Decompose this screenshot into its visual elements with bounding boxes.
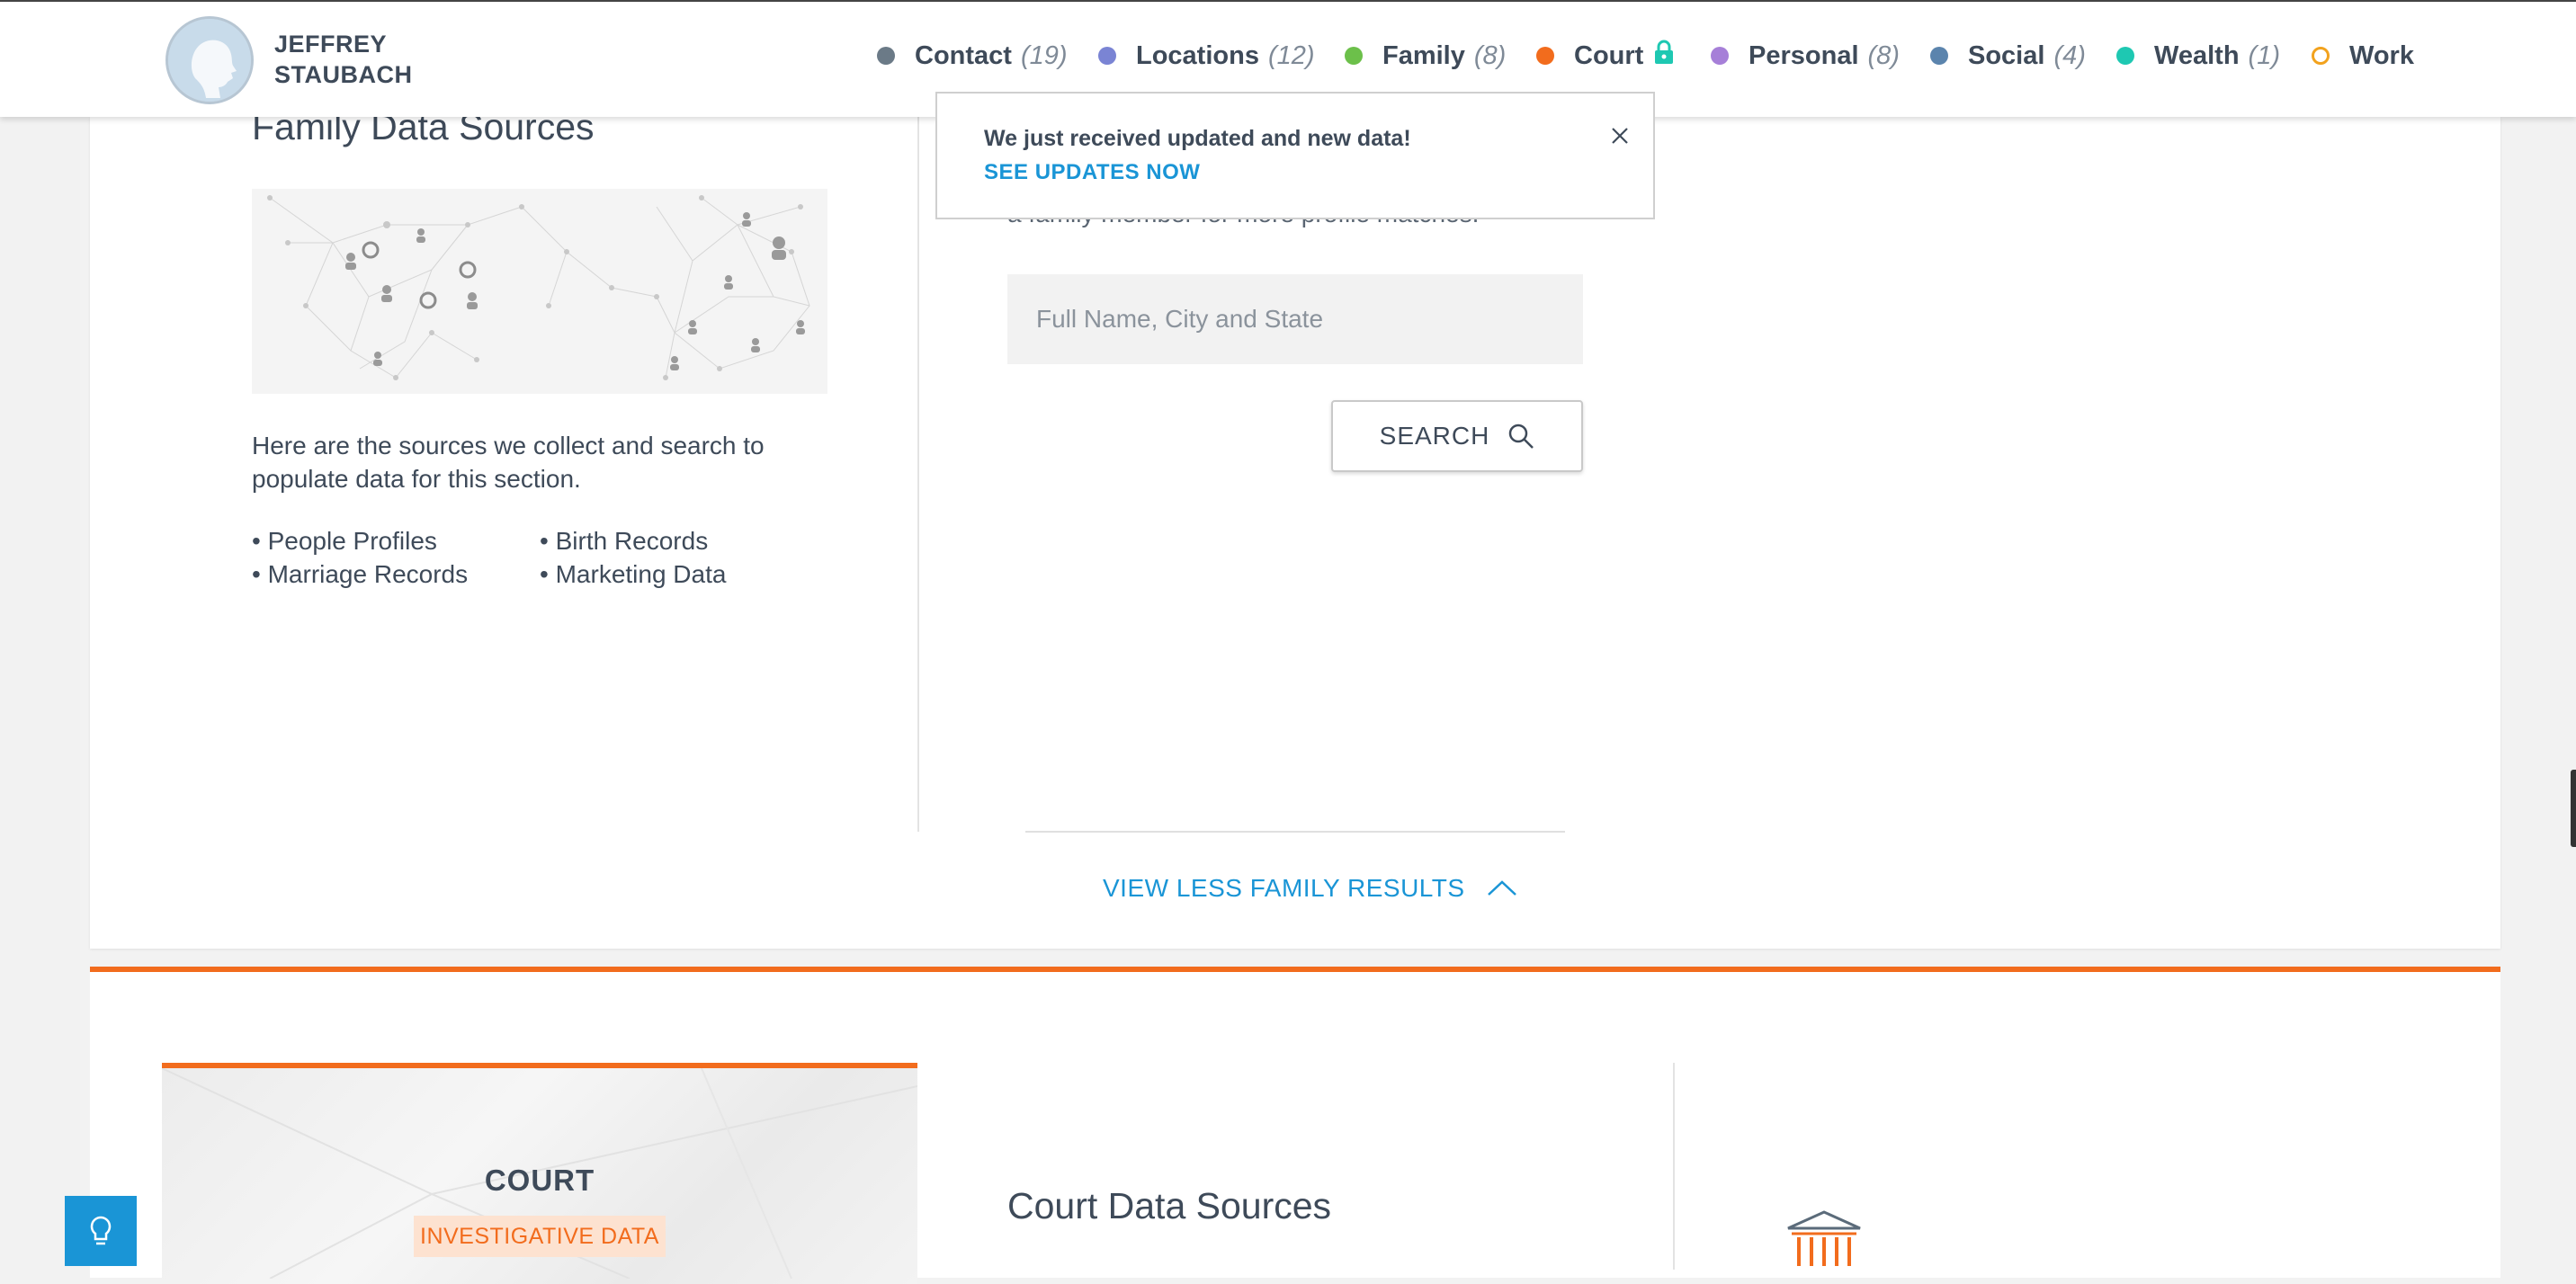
- see-updates-link[interactable]: SEE UPDATES NOW: [984, 160, 1200, 185]
- family-search-input[interactable]: [1007, 274, 1583, 364]
- tips-button[interactable]: [65, 1196, 137, 1266]
- nav-label: Locations: [1136, 40, 1259, 70]
- network-graphic: [252, 189, 827, 394]
- source-item: • People Profiles: [252, 527, 437, 555]
- results-divider: [1025, 831, 1565, 833]
- ring-dot-icon: [2312, 47, 2330, 65]
- court-card-title: COURT: [484, 1164, 595, 1197]
- source-item: • Marketing Data: [540, 560, 727, 588]
- search-icon: [1509, 424, 1534, 449]
- family-panel: Family Data Sources Here are the sources…: [90, 106, 2500, 949]
- chevron-up-icon: [1487, 880, 1516, 896]
- source-item: • Marriage Records: [252, 560, 469, 588]
- nav-item-contact[interactable]: Contact (19): [877, 38, 1068, 74]
- view-less-label: VIEW LESS FAMILY RESULTS: [1103, 874, 1465, 902]
- status-dot-icon: [877, 47, 895, 65]
- nav-count: (12): [1267, 40, 1315, 70]
- courthouse-icon: [1786, 1210, 1862, 1271]
- status-dot-icon: [2116, 47, 2134, 65]
- nav-item-work[interactable]: Work: [2312, 38, 2414, 74]
- nav-label: Work: [2349, 40, 2414, 70]
- nav-label: Personal: [1749, 40, 1859, 70]
- scrollbar-thumb[interactable]: [2571, 770, 2576, 847]
- person-last-name: STAUBACH: [274, 61, 413, 88]
- search-button-label: SEARCH: [1379, 422, 1490, 450]
- nav-count: (19): [1020, 40, 1068, 70]
- status-dot-icon: [1536, 47, 1554, 65]
- sources-description: Here are the sources we collect and sear…: [252, 432, 765, 493]
- person-name: JEFFREY STAUBACH: [274, 29, 413, 90]
- court-sources-title: Court Data Sources: [1007, 1185, 1332, 1226]
- profile-avatar: [165, 16, 254, 104]
- nav-count: (8): [1867, 40, 1900, 70]
- nav-count: (1): [2248, 40, 2280, 70]
- nav-count: (4): [2053, 40, 2086, 70]
- profile-silhouette-icon: [168, 19, 251, 102]
- view-less-family-link[interactable]: VIEW LESS FAMILY RESULTS: [1103, 874, 1517, 903]
- investigative-data-badge: INVESTIGATIVE DATA: [414, 1216, 666, 1257]
- nav-item-court[interactable]: Court: [1536, 38, 1674, 74]
- nav-label: Social: [1968, 40, 2045, 70]
- nav-item-locations[interactable]: Locations (12): [1098, 38, 1315, 74]
- search-button[interactable]: SEARCH: [1331, 400, 1583, 472]
- notification-message: We just received updated and new data!: [984, 126, 1411, 151]
- source-item: • Birth Records: [540, 527, 709, 555]
- status-dot-icon: [1711, 47, 1729, 65]
- person-first-name: JEFFREY: [274, 31, 388, 58]
- status-dot-icon: [1345, 47, 1363, 65]
- nav-item-personal[interactable]: Personal (8): [1711, 38, 1900, 74]
- nav-label: Contact: [915, 40, 1012, 70]
- source-label: Marketing Data: [555, 560, 727, 588]
- status-dot-icon: [1098, 47, 1116, 65]
- court-card: COURT INVESTIGATIVE DATA: [162, 1063, 917, 1284]
- lock-icon: [1654, 40, 1674, 72]
- nav-item-social[interactable]: Social (4): [1930, 38, 2086, 74]
- people-network-icon: [252, 189, 827, 394]
- nav-label: Court: [1574, 40, 1644, 70]
- lightbulb-icon: [90, 1216, 112, 1245]
- close-icon[interactable]: [1610, 126, 1630, 150]
- nav-label: Family: [1382, 40, 1465, 70]
- source-label: People Profiles: [267, 527, 437, 555]
- nav-label: Wealth: [2154, 40, 2240, 70]
- column-divider: [917, 117, 919, 832]
- source-label: Birth Records: [555, 527, 709, 555]
- nav-count: (8): [1473, 40, 1507, 70]
- court-column-divider: [1673, 1063, 1675, 1270]
- nav-item-wealth[interactable]: Wealth (1): [2116, 38, 2280, 74]
- update-notification: We just received updated and new data! S…: [935, 92, 1655, 219]
- nav-item-family[interactable]: Family (8): [1345, 38, 1506, 74]
- source-label: Marriage Records: [267, 560, 469, 588]
- status-dot-icon: [1930, 47, 1948, 65]
